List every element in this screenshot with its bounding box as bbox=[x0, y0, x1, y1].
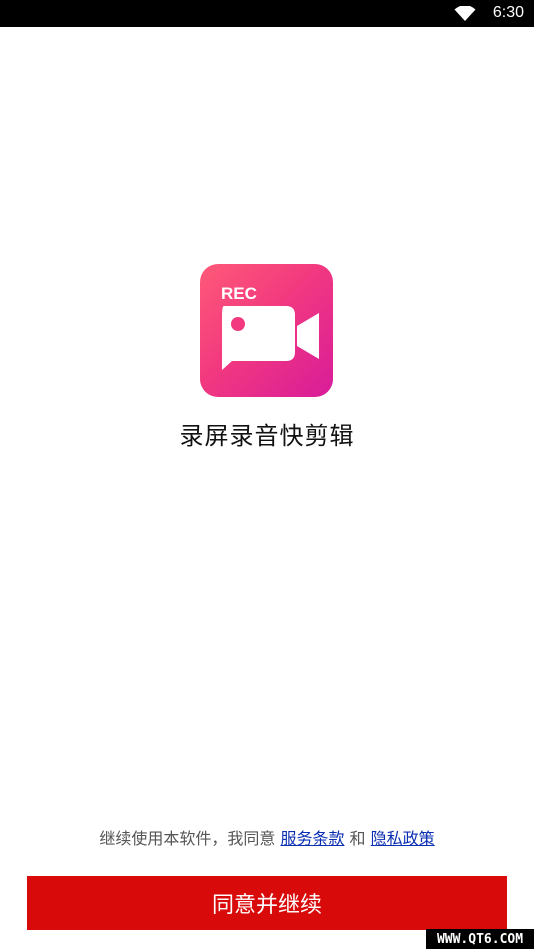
terms-of-service-link[interactable]: 服务条款 bbox=[280, 829, 344, 848]
agreement-conjunction: 和 bbox=[349, 829, 366, 848]
wifi-icon bbox=[454, 6, 476, 21]
watermark: WWW.QT6.COM bbox=[426, 929, 534, 949]
app-icon: REC bbox=[200, 264, 333, 397]
status-time: 6:30 bbox=[492, 4, 524, 21]
video-camera-rec-icon: REC bbox=[221, 284, 319, 370]
agreement-text: 继续使用本软件，我同意 服务条款 和 隐私政策 bbox=[0, 825, 534, 849]
agree-and-continue-button[interactable]: 同意并继续 bbox=[27, 876, 507, 930]
rec-label: REC bbox=[221, 284, 257, 303]
agreement-prefix: 继续使用本软件，我同意 bbox=[99, 829, 276, 848]
app-name: 录屏录音快剪辑 bbox=[179, 422, 355, 450]
status-bar: 6:30 bbox=[0, 0, 534, 27]
privacy-policy-link[interactable]: 隐私政策 bbox=[371, 829, 435, 848]
